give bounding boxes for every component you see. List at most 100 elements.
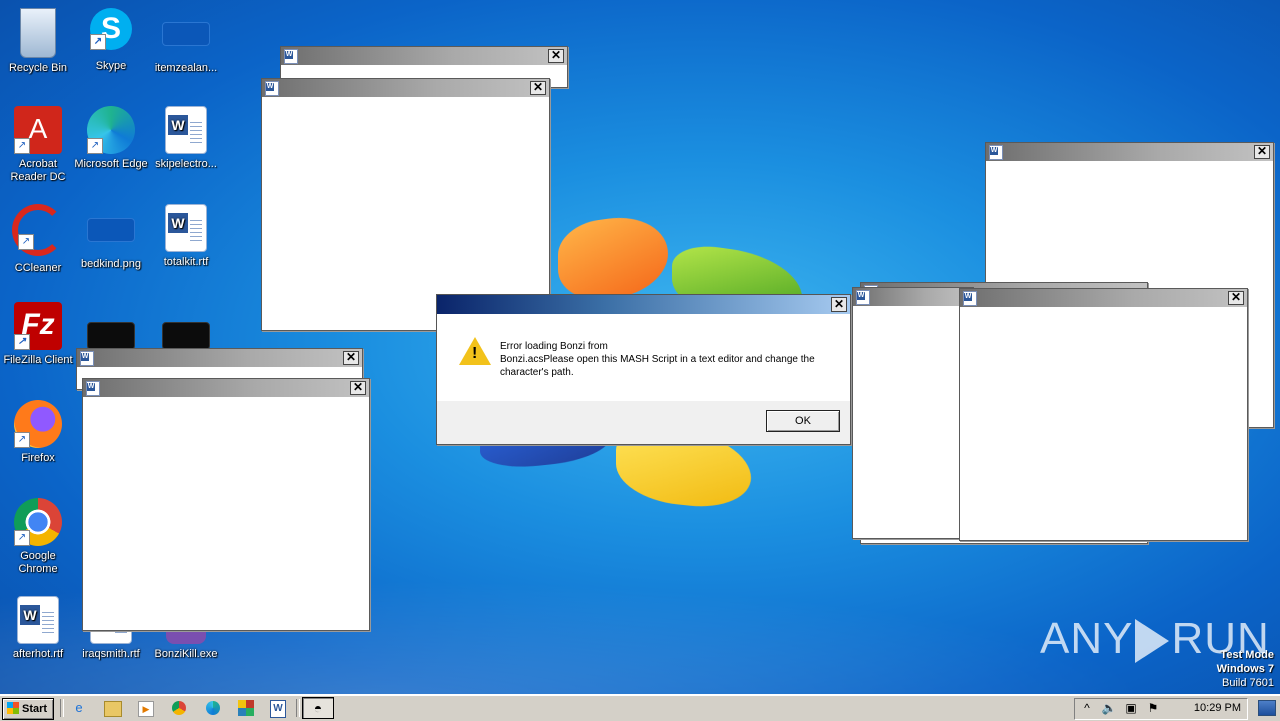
desktop-icon-itemzealan[interactable]: itemzealan...: [148, 8, 224, 75]
dialog-message-line-1: Error loading Bonzi from: [500, 341, 608, 352]
start-button[interactable]: Start: [2, 698, 54, 720]
desktop-icon-label: BonziKill.exe: [154, 648, 218, 660]
window-body: [83, 398, 369, 630]
dialog-titlebar[interactable]: ✕: [437, 295, 850, 314]
test-mode-notice: Test Mode Windows 7 Build 7601: [1217, 648, 1274, 690]
desktop-icon-label: Recycle Bin: [8, 62, 68, 74]
word-doc-icon: [856, 290, 870, 305]
desktop-icon-afterhot[interactable]: afterhot.rtf: [0, 596, 76, 661]
desktop-icon-skype[interactable]: S ↗ Skype: [73, 8, 149, 73]
desktop-icon-ccleaner[interactable]: ↗ CCleaner: [0, 204, 76, 275]
taskbar-separator: [296, 699, 300, 717]
desktop-icon-firefox[interactable]: ↗ Firefox: [0, 400, 76, 465]
ccleaner-icon: ↗: [12, 204, 64, 256]
window-titlebar[interactable]: ✕: [77, 349, 362, 367]
dialog-message: Error loading Bonzi from Bonzi.acsPlease…: [500, 340, 830, 379]
desktop-icon-label: afterhot.rtf: [12, 648, 64, 660]
close-icon[interactable]: ✕: [831, 297, 847, 312]
network-icon[interactable]: ▣: [1123, 700, 1139, 716]
error-dialog[interactable]: ✕ ! Error loading Bonzi from Bonzi.acsPl…: [436, 294, 851, 445]
window-titlebar[interactable]: ✕: [83, 379, 369, 397]
action-center-flag-icon[interactable]: ⚑: [1145, 700, 1161, 716]
word-doc-icon: [989, 145, 1003, 160]
word-doc-icon: [86, 381, 100, 396]
window-titlebar[interactable]: ✕: [281, 47, 567, 65]
executable-file-icon: [162, 322, 210, 350]
close-icon[interactable]: ✕: [530, 81, 546, 95]
desktop-icon-acrobat[interactable]: A ↗ Acrobat Reader DC: [0, 106, 76, 184]
desktop-icon-dark-file-1[interactable]: [73, 302, 149, 354]
start-label: Start: [22, 703, 48, 715]
volume-icon[interactable]: 🔈: [1101, 700, 1117, 716]
desktop-icon-edge[interactable]: ↗ Microsoft Edge: [73, 106, 149, 171]
window-titlebar[interactable]: ✕: [960, 289, 1247, 307]
chrome-icon: ↗: [14, 498, 62, 546]
close-icon[interactable]: ✕: [350, 381, 366, 395]
taskbar-active-task-bonzi[interactable]: ◓: [302, 697, 334, 719]
desktop-icon-label: Acrobat Reader DC: [10, 158, 66, 183]
word-doc-icon: [284, 49, 298, 64]
os-label: Windows 7: [1216, 663, 1274, 675]
dialog-footer: OK: [437, 401, 850, 444]
desktop-icon-label: itemzealan...: [154, 62, 218, 74]
edge-taskbar-icon[interactable]: [206, 701, 220, 715]
close-icon[interactable]: ✕: [343, 351, 359, 365]
skype-icon: S ↗: [90, 8, 132, 50]
warning-exclamation-icon: !: [472, 345, 478, 362]
filezilla-icon: Fz ↗: [14, 302, 62, 350]
desktop-icon-filezilla[interactable]: Fz ↗ FileZilla Client: [0, 302, 76, 367]
internet-explorer-icon[interactable]: e: [70, 699, 88, 717]
desktop-icon-chrome[interactable]: ↗ Google Chrome: [0, 498, 76, 576]
close-icon[interactable]: ✕: [1254, 145, 1270, 159]
word-taskbar-icon[interactable]: W: [270, 700, 286, 718]
blank-window[interactable]: ✕: [959, 288, 1248, 541]
media-player-icon[interactable]: ▶: [138, 701, 154, 717]
wallpaper-flag-orange: [558, 210, 668, 306]
recycle-bin-icon: [20, 8, 56, 58]
shortcut-arrow-icon: ↗: [14, 530, 30, 546]
winrar-icon[interactable]: [238, 700, 254, 716]
executable-file-icon: [87, 322, 135, 350]
desktop-icon-dark-file-2[interactable]: [148, 302, 224, 354]
blank-window[interactable]: ✕: [82, 378, 370, 631]
window-body: [853, 307, 973, 538]
desktop-icon-skipelectro[interactable]: skipelectro...: [148, 106, 224, 171]
desktop-icon-recycle-bin[interactable]: Recycle Bin: [0, 8, 76, 75]
close-icon[interactable]: ✕: [548, 49, 564, 63]
close-icon[interactable]: ✕: [1228, 291, 1244, 305]
build-label: Build 7601: [1222, 677, 1274, 689]
desktop-icon-label: Firefox: [21, 452, 55, 464]
window-titlebar[interactable]: ✕: [262, 79, 549, 97]
desktop-icon-label: Microsoft Edge: [74, 158, 148, 170]
bonzi-taskbar-icon: ◓: [313, 700, 323, 716]
image-file-icon: [162, 22, 210, 46]
window-titlebar[interactable]: [853, 288, 973, 306]
desktop-icon-label: totalkit.rtf: [163, 256, 209, 268]
explorer-folder-icon[interactable]: [104, 701, 122, 717]
desktop-icon-bedkind[interactable]: bedkind.png: [73, 204, 149, 271]
chrome-taskbar-icon[interactable]: [172, 701, 186, 715]
clock[interactable]: 10:29 PM: [1194, 702, 1241, 714]
dialog-content: ! Error loading Bonzi from Bonzi.acsPlea…: [437, 315, 850, 401]
system-tray: ^ 🔈 ▣ ⚑ 10:29 PM: [1074, 698, 1248, 720]
word-doc-icon: [963, 291, 977, 306]
blank-window[interactable]: [852, 287, 974, 539]
firefox-icon: ↗: [14, 400, 62, 448]
ok-button[interactable]: OK: [766, 410, 840, 432]
dialog-message-line-2: Bonzi.acsPlease open this MASH Script in…: [500, 354, 815, 378]
windows-logo-icon: [7, 702, 19, 714]
desktop-icon-label: bedkind.png: [81, 258, 141, 270]
image-file-icon: [87, 218, 135, 242]
shortcut-arrow-icon: ↗: [90, 34, 106, 50]
desktop-icon-label: skipelectro...: [155, 158, 217, 170]
window-titlebar[interactable]: ✕: [986, 143, 1273, 161]
acrobat-icon: A ↗: [14, 106, 62, 154]
desktop-icon-label: Google Chrome: [18, 550, 58, 575]
show-desktop-button[interactable]: [1258, 700, 1276, 716]
shortcut-arrow-icon: ↗: [18, 234, 34, 250]
word-doc-icon: [80, 351, 94, 366]
word-doc-icon: [17, 596, 59, 644]
show-hidden-icons-icon[interactable]: ^: [1079, 700, 1095, 716]
desktop-icon-label: CCleaner: [14, 262, 62, 274]
desktop-icon-totalkit[interactable]: totalkit.rtf: [148, 204, 224, 269]
